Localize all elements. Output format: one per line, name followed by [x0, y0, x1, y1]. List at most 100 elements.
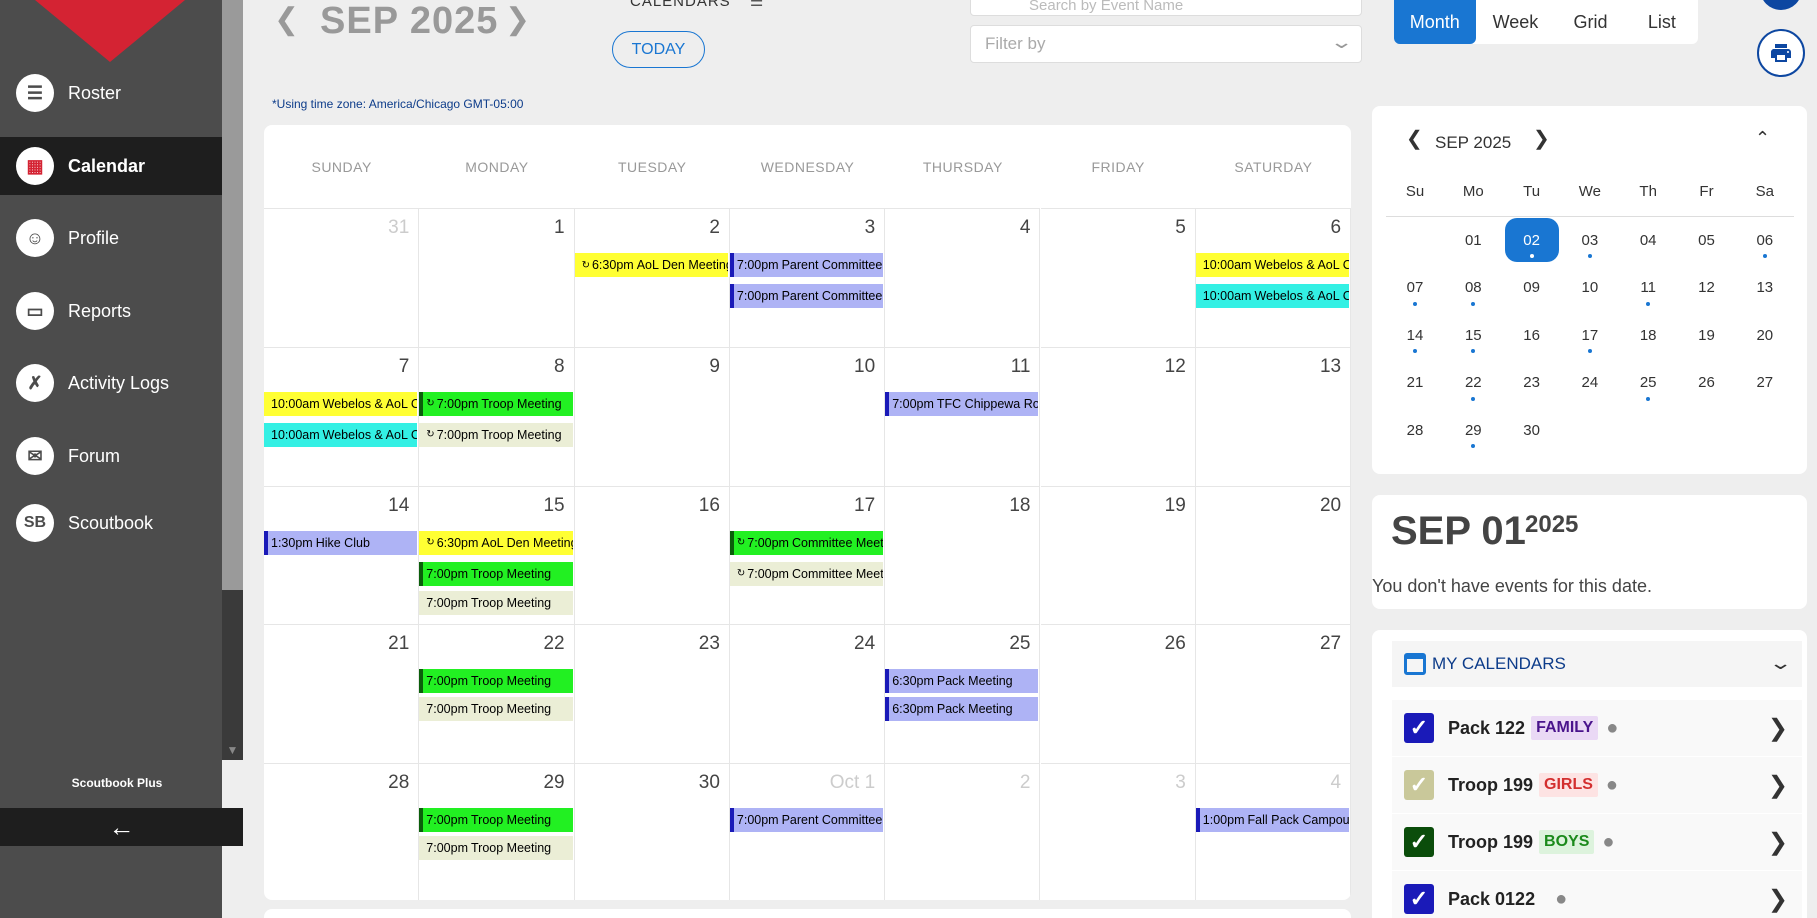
calendar-event[interactable]: 7:00pm Troop Meeting: [419, 669, 573, 694]
day-cell[interactable]: 26: [1040, 624, 1196, 764]
day-cell[interactable]: 1: [419, 208, 575, 347]
calendar-event[interactable]: 7:00pm Troop Meeting: [419, 561, 573, 586]
mini-day[interactable]: 05: [1678, 218, 1736, 262]
mini-day[interactable]: 08: [1444, 266, 1502, 310]
mini-day[interactable]: 29: [1444, 408, 1502, 452]
day-cell[interactable]: 5: [1040, 208, 1196, 347]
mini-day[interactable]: 11: [1619, 266, 1677, 310]
calendar-event[interactable]: 1:00pm Fall Pack Campout: [1195, 808, 1350, 833]
calendar-event[interactable]: 10:00amWebelos & AoL Camp: [1195, 284, 1350, 308]
view-grid-button[interactable]: Grid: [1555, 0, 1625, 44]
calendar-event[interactable]: 7:00pm Troop Meeting: [419, 697, 573, 722]
mini-day[interactable]: 16: [1503, 313, 1561, 357]
palette-icon[interactable]: ●: [1555, 888, 1567, 911]
mini-day[interactable]: 25: [1619, 361, 1677, 405]
calendar-checkbox[interactable]: ✓: [1404, 770, 1434, 800]
mini-day[interactable]: 06: [1736, 218, 1794, 262]
calendar-event[interactable]: 6:30pm Pack Meeting: [885, 669, 1039, 694]
calendar-row[interactable]: ✓ Troop 199 GIRLS ● ❯: [1392, 757, 1802, 813]
view-week-button[interactable]: Week: [1476, 0, 1556, 44]
filter-select[interactable]: Filter by ⌄: [970, 25, 1362, 63]
day-cell[interactable]: 13: [1195, 346, 1351, 486]
account-avatar[interactable]: [1760, 0, 1802, 10]
calendar-row[interactable]: ✓ Pack 0122 ● ❯: [1392, 871, 1802, 918]
calendar-event[interactable]: 10:00amWebelos & AoL Camp: [1195, 253, 1350, 277]
chevron-right-icon[interactable]: ❯: [1768, 885, 1788, 914]
calendar-event[interactable]: 7:00pm Parent Committee: [729, 253, 884, 277]
mini-day[interactable]: 21: [1386, 361, 1444, 405]
day-cell[interactable]: 21: [264, 624, 420, 764]
calendar-row[interactable]: ✓ Troop 199 BOYS ● ❯: [1392, 814, 1802, 870]
sidebar-item-calendar[interactable]: ▦ Calendar: [0, 137, 222, 195]
view-list-button[interactable]: List: [1626, 0, 1698, 44]
prev-month-button[interactable]: ❮: [274, 2, 299, 37]
mini-day[interactable]: 07: [1386, 266, 1444, 310]
calendar-event[interactable]: 10:00amWebelos & AoL Camp: [264, 422, 418, 447]
next-month-button[interactable]: ❯: [505, 2, 530, 37]
calendar-checkbox[interactable]: ✓: [1404, 713, 1434, 743]
mini-day[interactable]: 24: [1561, 361, 1619, 405]
day-cell[interactable]: 8 ↻ 7:00pm Troop Meeting ↻ 7:00pm Troop Meetin…: [419, 346, 575, 486]
calendar-event[interactable]: 6:30pm Pack Meeting: [885, 697, 1039, 722]
today-button[interactable]: TODAY: [612, 31, 705, 68]
mini-day[interactable]: 26: [1678, 361, 1736, 405]
calendar-event[interactable]: 7:00pm Troop Meeting: [419, 808, 573, 833]
view-month-button[interactable]: Month: [1394, 0, 1476, 44]
search-input[interactable]: Search by Event Name: [970, 0, 1362, 16]
mini-day[interactable]: 30: [1503, 408, 1561, 452]
mini-day[interactable]: 17: [1561, 313, 1619, 357]
day-cell[interactable]: 23: [574, 624, 730, 764]
mini-day[interactable]: 01: [1444, 218, 1502, 262]
mini-day[interactable]: 09: [1503, 266, 1561, 310]
day-cell[interactable]: 18: [885, 485, 1041, 625]
calendar-row[interactable]: ✓ Pack 122 FAMILY ● ❯: [1392, 700, 1802, 756]
day-cell[interactable]: 29 7:00pm Troop Meeting 7:00pm Troop Meeting: [419, 763, 575, 900]
mini-prev-month-button[interactable]: ❮: [1406, 126, 1423, 151]
mini-day[interactable]: 18: [1619, 313, 1677, 357]
day-cell[interactable]: 28: [264, 763, 420, 900]
day-cell[interactable]: 3: [1040, 763, 1196, 900]
calendars-filter-label[interactable]: CALENDARS ☰: [630, 0, 764, 10]
calendar-event[interactable]: ↻ 7:00pm Troop Meeting: [419, 422, 573, 447]
day-cell[interactable]: 2 ↻ 6:30pm AoL Den Meeting: [574, 208, 730, 347]
calendar-event[interactable]: ↻ 6:30pm AoL Den Meeting: [419, 530, 573, 555]
mini-day[interactable]: 12: [1678, 266, 1736, 310]
calendar-event[interactable]: 7:00pm Parent Committee: [729, 284, 884, 308]
day-cell[interactable]: 12: [1040, 346, 1196, 486]
palette-icon[interactable]: ●: [1606, 717, 1618, 740]
calendar-checkbox[interactable]: ✓: [1404, 827, 1434, 857]
day-cell[interactable]: 17↻7:00pmCommittee Meeting↻7:00pmCommitt…: [729, 485, 886, 625]
sidebar-item-forum[interactable]: ✉ Forum: [0, 427, 222, 485]
mini-day[interactable]: 28: [1386, 408, 1444, 452]
sidebar-item-roster[interactable]: ☰ Roster: [0, 64, 222, 122]
palette-icon[interactable]: ●: [1602, 831, 1614, 854]
day-cell[interactable]: 710:00amWebelos & AoL Camp10:00amWebelos…: [264, 346, 420, 486]
mini-day[interactable]: 03: [1561, 218, 1619, 262]
day-cell[interactable]: 15 ↻ 6:30pm AoL Den Meeting 7:00pm Troop Meet…: [419, 485, 575, 625]
chevron-right-icon[interactable]: ❯: [1768, 771, 1788, 800]
day-cell[interactable]: 31: [264, 208, 420, 347]
day-cell[interactable]: 27: [1195, 624, 1351, 764]
mini-day[interactable]: 10: [1561, 266, 1619, 310]
mini-next-month-button[interactable]: ❯: [1533, 126, 1550, 151]
calendar-event[interactable]: ↻7:00pmCommittee Meeting: [729, 561, 884, 586]
day-cell[interactable]: 20: [1195, 485, 1351, 625]
chevron-right-icon[interactable]: ❯: [1768, 714, 1788, 743]
filter-icon[interactable]: ☰: [750, 0, 764, 10]
my-calendars-header[interactable]: MY CALENDARS ⌄: [1392, 641, 1802, 687]
sidebar-item-activity-logs[interactable]: ✗ Activity Logs: [0, 354, 222, 412]
collapse-sidebar-button[interactable]: ←: [0, 808, 243, 846]
day-cell[interactable]: 4: [885, 208, 1041, 347]
palette-icon[interactable]: ●: [1606, 774, 1618, 797]
mini-day[interactable]: 14: [1386, 313, 1444, 357]
calendar-event[interactable]: ↻7:00pmCommittee Meeting: [729, 530, 884, 555]
chevron-right-icon[interactable]: ❯: [1768, 828, 1788, 857]
print-button[interactable]: [1757, 29, 1805, 77]
day-cell[interactable]: 30: [574, 763, 730, 900]
calendar-event[interactable]: 1:30pm Hike Club: [264, 530, 418, 555]
day-cell[interactable]: 3 7:00pm Parent Committee 7:00pm Parent Comm…: [729, 208, 886, 347]
mini-day[interactable]: 02: [1504, 218, 1559, 262]
calendar-event[interactable]: ↻ 7:00pm Troop Meeting: [419, 391, 573, 416]
mini-day[interactable]: 22: [1444, 361, 1502, 405]
scroll-down-button[interactable]: ▼: [222, 740, 243, 760]
